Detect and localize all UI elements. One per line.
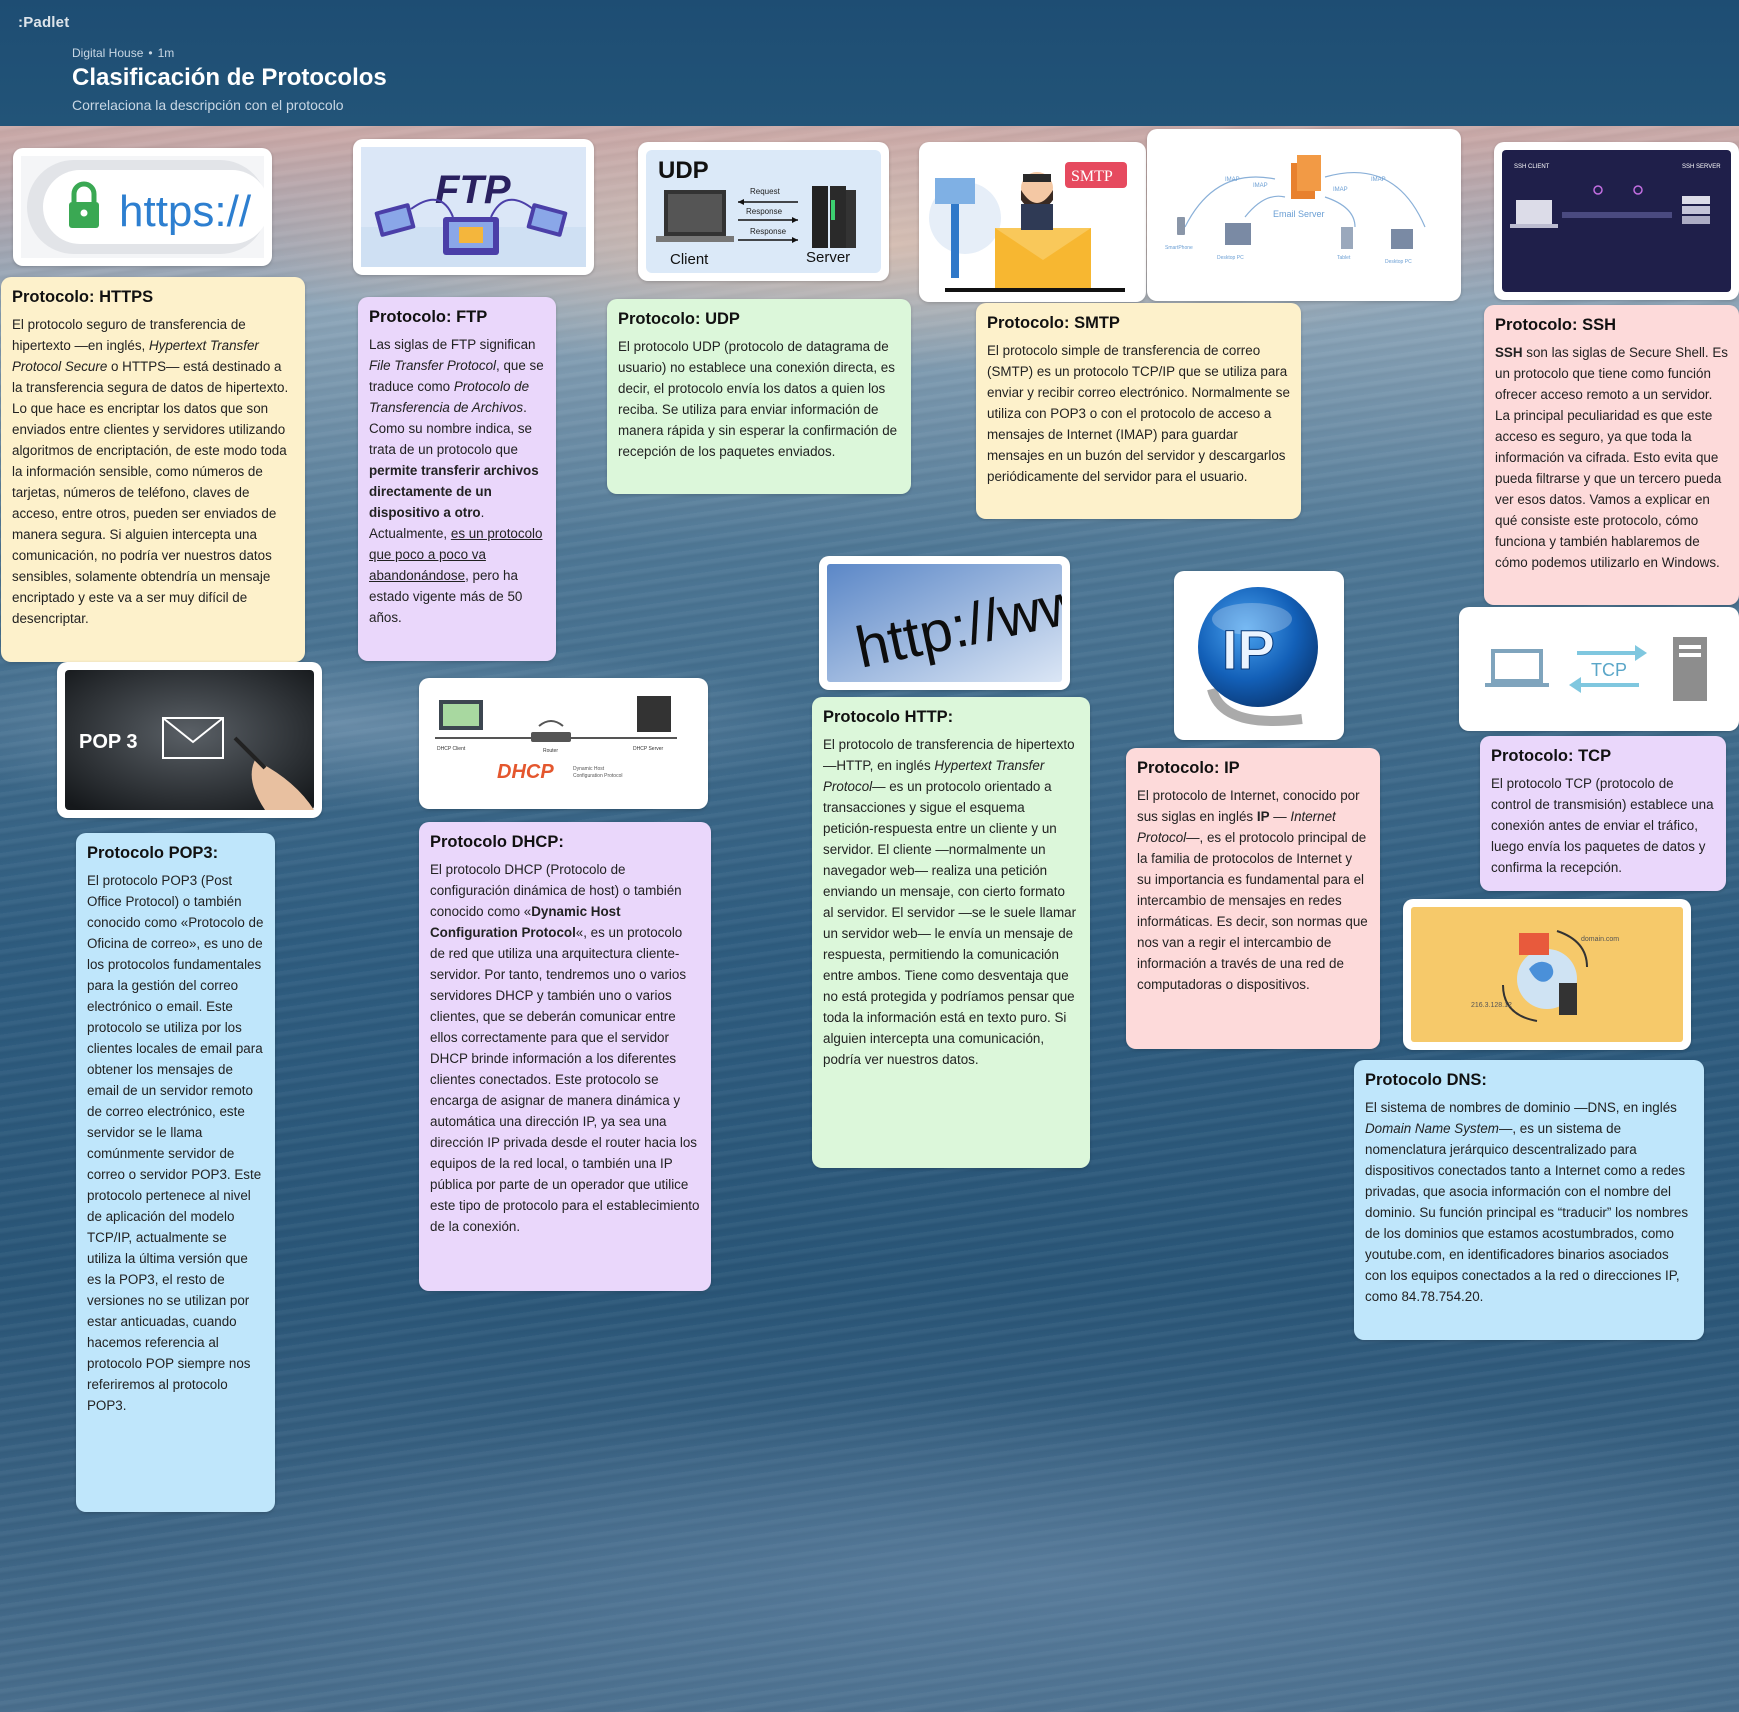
- card-smtp[interactable]: Protocolo: SMTP El protocolo simple de t…: [976, 303, 1301, 519]
- http-image[interactable]: http://www: [819, 556, 1070, 690]
- ftp-image[interactable]: FTP: [353, 139, 594, 275]
- text-segment: El sistema de nombres de dominio —DNS, e…: [1365, 1100, 1677, 1115]
- tcp-image[interactable]: TCP: [1459, 607, 1739, 731]
- card-tcp[interactable]: Protocolo: TCP El protocolo TCP (protoco…: [1480, 736, 1726, 891]
- dhcp-router-label: Router: [543, 748, 558, 754]
- board-time: 1m: [157, 46, 175, 60]
- udp-response-label-2: Response: [750, 227, 787, 236]
- padlet-logo[interactable]: :Padlet: [18, 14, 69, 31]
- text-bold: IP: [1256, 809, 1270, 824]
- text-segment: son las siglas de Secure Shell. Es un pr…: [1495, 345, 1728, 570]
- text-segment: —, es un sistema de nomenclatura jerárqu…: [1365, 1121, 1689, 1304]
- card-ip[interactable]: Protocolo: IP El protocolo de Internet, …: [1126, 748, 1380, 1049]
- udp-client-label: Client: [670, 251, 709, 268]
- card-title: Protocolo: HTTPS: [12, 288, 154, 306]
- text-bold: permite transferir archivos directamente…: [369, 463, 539, 520]
- https-text: https://: [119, 187, 252, 236]
- card-title: Protocolo: UDP: [618, 310, 740, 328]
- card-body: El protocolo POP3 (Post Office Protocol)…: [87, 873, 264, 1413]
- card-body: El protocolo UDP (protocolo de datagrama…: [618, 339, 898, 459]
- udp-title: UDP: [658, 157, 709, 184]
- card-body: El protocolo TCP (protocolo de control d…: [1491, 776, 1714, 875]
- card-body: El protocolo de Internet, conocido por s…: [1137, 785, 1369, 995]
- tcp-text: TCP: [1591, 660, 1627, 680]
- text-segment: «, es un protocolo de red que utiliza un…: [430, 925, 700, 1234]
- card-body: El protocolo DHCP (Protocolo de configur…: [430, 859, 700, 1237]
- dhcp-subtitle-2: Configuration Protocol: [573, 773, 622, 779]
- card-body: El sistema de nombres de dominio —DNS, e…: [1365, 1097, 1693, 1307]
- card-https[interactable]: Protocolo: HTTPS El protocolo seguro de …: [1, 277, 305, 662]
- card-title: Protocolo HTTP:: [823, 708, 954, 726]
- card-title: Protocolo: SMTP: [987, 314, 1120, 332]
- smtp-badge: SMTP: [1071, 168, 1113, 185]
- card-title: Protocolo DNS:: [1365, 1071, 1487, 1089]
- board-title: Clasificación de Protocolos: [72, 64, 387, 91]
- card-pop3[interactable]: Protocolo POP3: El protocolo POP3 (Post …: [76, 833, 275, 1512]
- card-title: Protocolo DHCP:: [430, 833, 564, 851]
- text-bold: SSH: [1495, 345, 1523, 360]
- dhcp-server-label: DHCP Server: [633, 746, 664, 752]
- board-meta: Digital House • 1m: [72, 46, 175, 60]
- card-ssh[interactable]: Protocolo: SSH SSH son las siglas de Sec…: [1484, 305, 1739, 605]
- smartphone-label: SmartPhone: [1165, 245, 1193, 251]
- dhcp-client-label: DHCP Client: [437, 746, 466, 752]
- https-image[interactable]: https://: [13, 148, 272, 266]
- text-segment: Las siglas de FTP significan: [369, 337, 536, 352]
- ip-text: IP: [1222, 618, 1275, 681]
- text-italic: File Transfer Protocol: [369, 358, 497, 373]
- dns-image[interactable]: domain.com 216.3.128.12: [1403, 899, 1691, 1050]
- card-dhcp[interactable]: Protocolo DHCP: El protocolo DHCP (Proto…: [419, 822, 711, 1291]
- dns-ip-label: 216.3.128.12: [1471, 1002, 1512, 1009]
- pop3-image[interactable]: POP 3: [57, 662, 322, 818]
- card-body: SSH son las siglas de Secure Shell. Es u…: [1495, 342, 1728, 573]
- card-body: El protocolo seguro de transferencia de …: [12, 314, 294, 629]
- udp-server-label: Server: [806, 249, 850, 266]
- ip-image[interactable]: IP: [1174, 571, 1344, 740]
- email-server-label: Email Server: [1273, 209, 1325, 219]
- dhcp-subtitle-1: Dynamic Host: [573, 766, 605, 772]
- card-title: Protocolo: FTP: [369, 308, 488, 326]
- card-udp[interactable]: Protocolo: UDP El protocolo UDP (protoco…: [607, 299, 911, 494]
- ssh-image[interactable]: SSH CLIENT SSH SERVER: [1494, 142, 1739, 300]
- card-ftp[interactable]: Protocolo: FTP Las siglas de FTP signifi…: [358, 297, 556, 661]
- imap-label-2: IMAP: [1253, 183, 1268, 189]
- udp-request-label: Request: [750, 187, 781, 196]
- desktop-label-2: Desktop PC: [1385, 259, 1412, 265]
- dns-domain-label: domain.com: [1581, 936, 1619, 943]
- smtp-image[interactable]: SMTP: [919, 142, 1146, 302]
- board-header: :Padlet Digital House • 1m Clasificación d…: [0, 0, 1739, 126]
- desktop-label-1: Desktop PC: [1217, 255, 1244, 261]
- text-segment: — es un protocolo orientado a transaccio…: [823, 779, 1077, 1067]
- board-subtitle: Correlaciona la descripción con el proto…: [72, 97, 344, 113]
- card-body: El protocolo simple de transferencia de …: [987, 343, 1290, 484]
- text-italic: Domain Name System: [1365, 1121, 1499, 1136]
- udp-response-label-1: Response: [746, 207, 783, 216]
- card-title: Protocolo POP3:: [87, 844, 219, 862]
- pop3-text: POP 3: [79, 731, 138, 753]
- text-segment: —, es el protocolo principal de la famil…: [1137, 830, 1368, 992]
- card-dns[interactable]: Protocolo DNS: El sistema de nombres de …: [1354, 1060, 1704, 1340]
- dhcp-logo: DHCP: [497, 761, 554, 783]
- card-title: Protocolo: SSH: [1495, 316, 1617, 334]
- card-body: Las siglas de FTP significan File Transf…: [369, 334, 545, 628]
- text-segment: o HTTPS— está destinado a la transferenc…: [12, 359, 289, 626]
- dhcp-image[interactable]: DHCP Client Router DHCP Server DHCP Dyna…: [419, 678, 708, 809]
- card-http[interactable]: Protocolo HTTP: El protocolo de transfer…: [812, 697, 1090, 1168]
- text-segment: —: [1269, 809, 1291, 824]
- card-body: El protocolo de transferencia de hiperte…: [823, 734, 1079, 1070]
- ssh-server-label: SSH SERVER: [1682, 164, 1721, 170]
- ssh-client-label: SSH CLIENT: [1514, 164, 1550, 170]
- imap-label-4: IMAP: [1371, 177, 1386, 183]
- email-server-diagram[interactable]: Email Server IMAP IMAP IMAP IMAP SmartPh…: [1147, 129, 1461, 301]
- udp-image[interactable]: UDP Request Response Response Client Ser…: [638, 142, 889, 281]
- board-author[interactable]: Digital House: [72, 46, 143, 60]
- card-title: Protocolo: IP: [1137, 759, 1240, 777]
- card-title: Protocolo: TCP: [1491, 747, 1612, 765]
- tablet-label: Tablet: [1337, 255, 1351, 261]
- imap-label-1: IMAP: [1225, 177, 1240, 183]
- imap-label-3: IMAP: [1333, 187, 1348, 193]
